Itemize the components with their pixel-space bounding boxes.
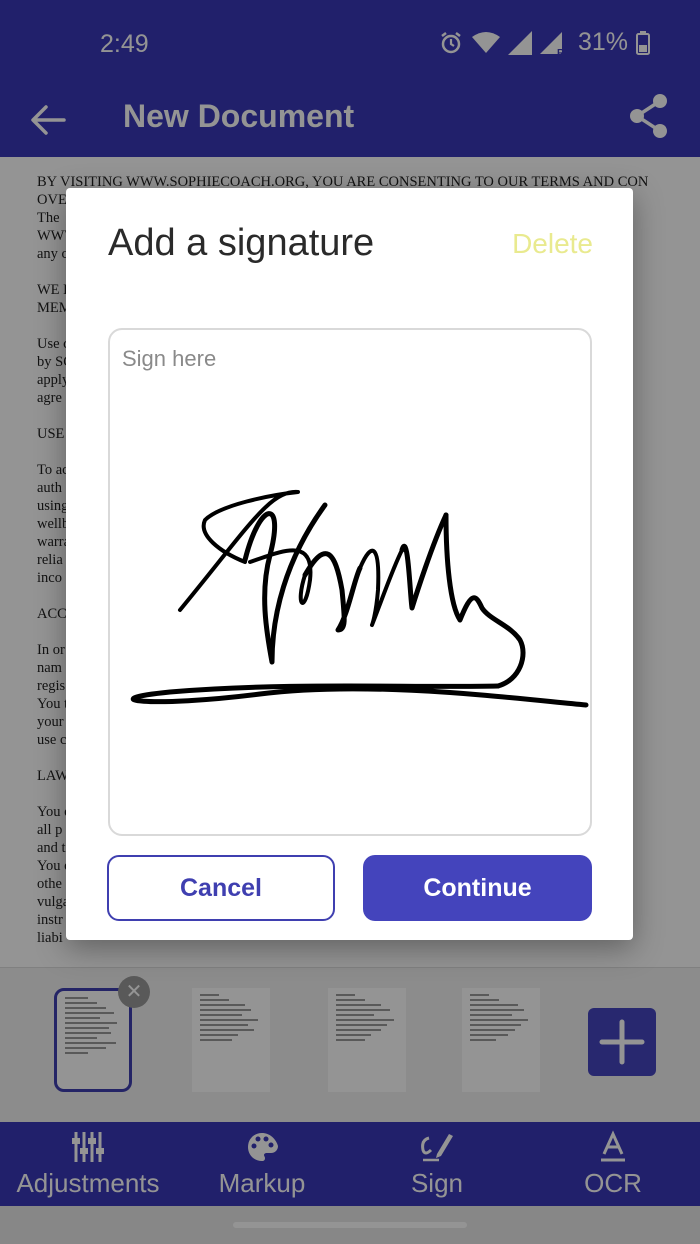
- app-root: 2:49 R 31% New Document BY VISITING WWW.…: [0, 0, 700, 1244]
- signature-pad[interactable]: Sign here: [108, 328, 592, 836]
- cancel-button[interactable]: Cancel: [107, 855, 335, 921]
- signature-drawing: [130, 489, 589, 708]
- add-signature-dialog: Add a signature Delete Sign here Cancel …: [66, 188, 633, 940]
- continue-button[interactable]: Continue: [363, 855, 592, 921]
- dialog-title: Add a signature: [108, 222, 375, 264]
- delete-button[interactable]: Delete: [512, 228, 593, 260]
